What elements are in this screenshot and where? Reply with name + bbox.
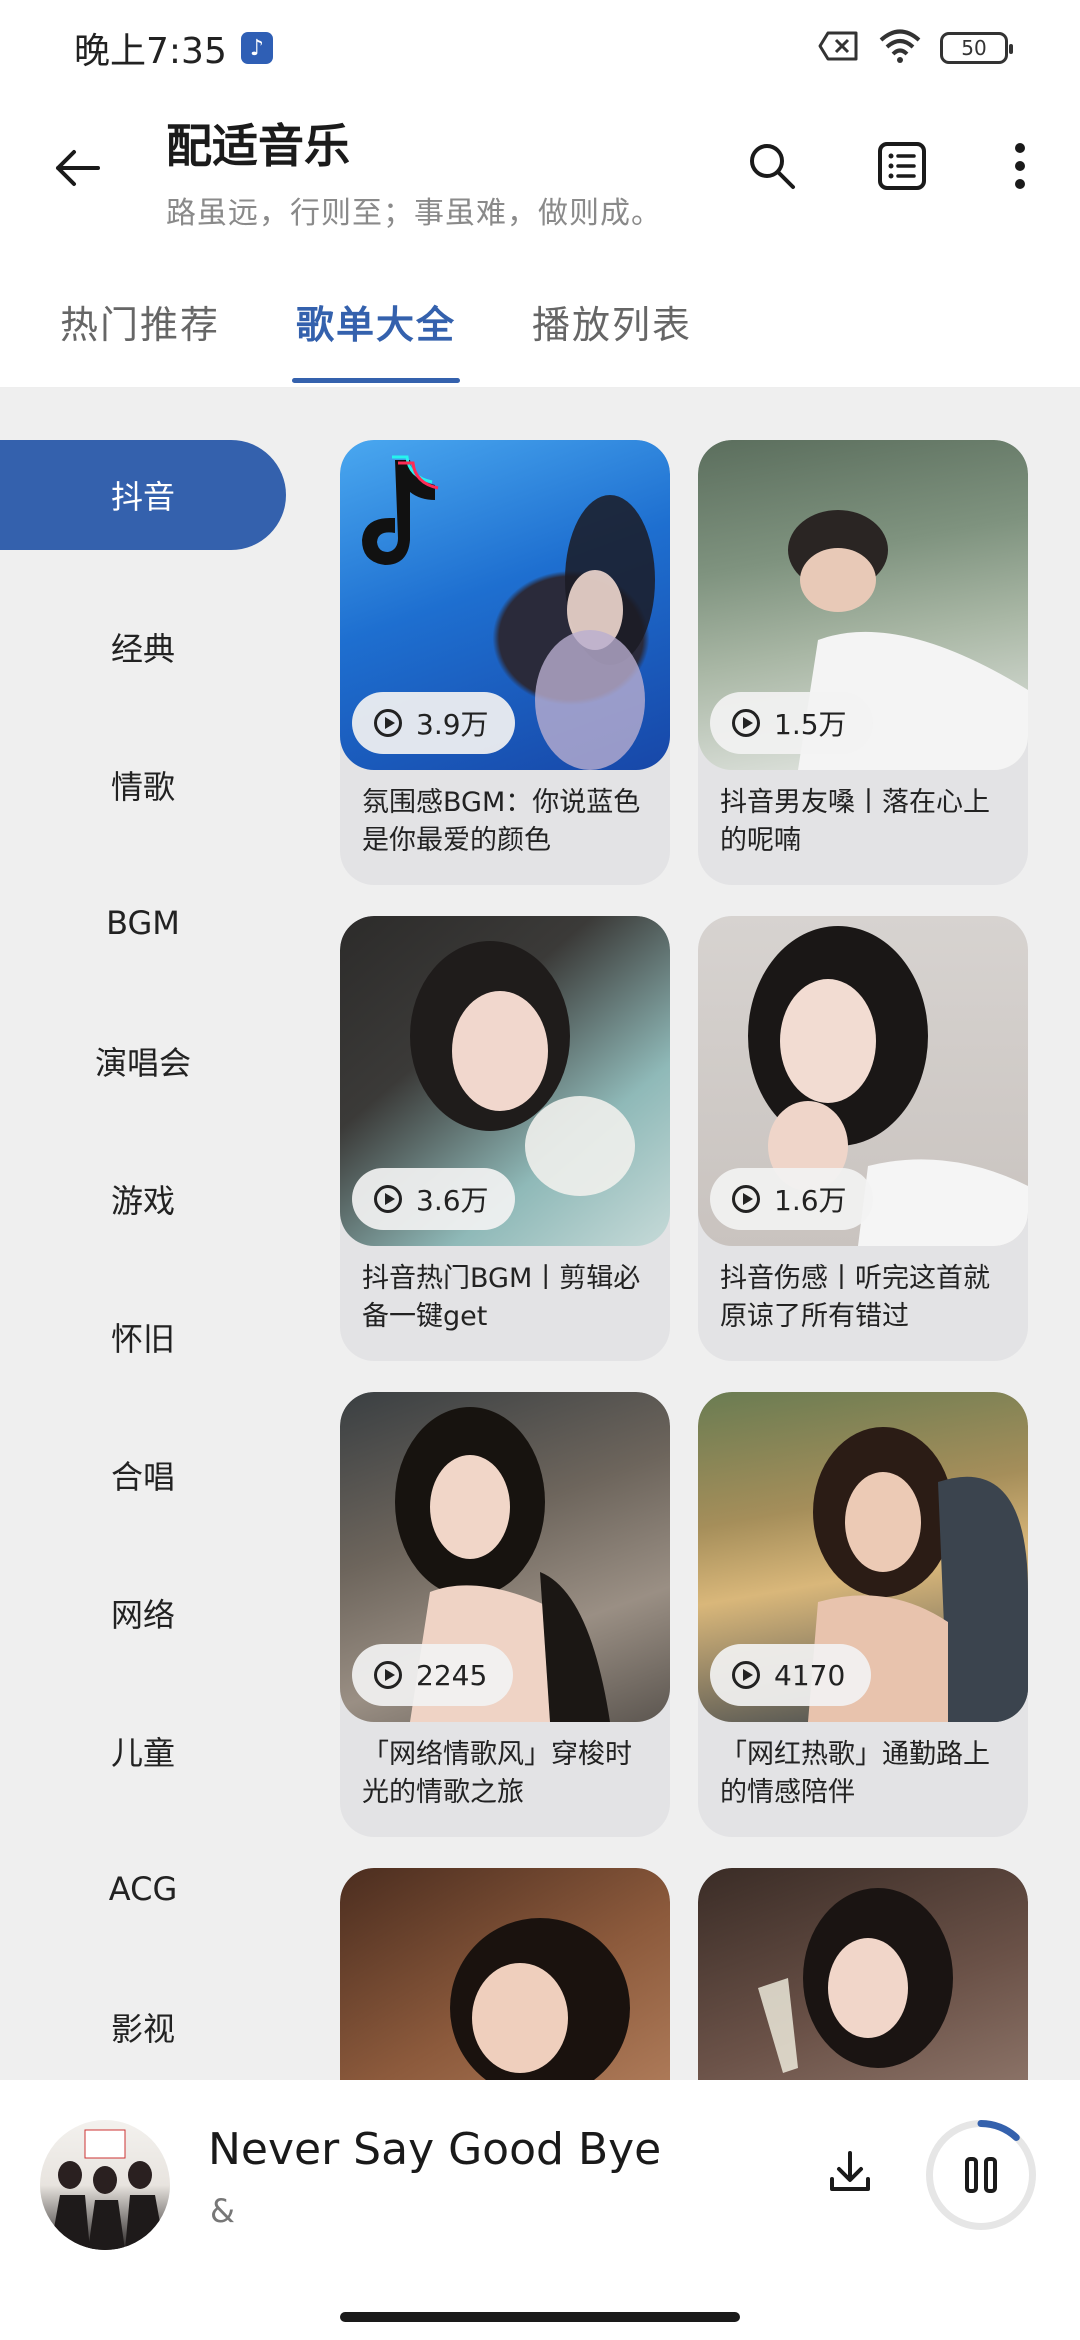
play-icon (374, 709, 402, 737)
playlist-cover (340, 1868, 670, 2080)
arrow-left-icon (56, 150, 100, 186)
wifi-icon (878, 29, 922, 67)
tab-playlists[interactable]: 歌单大全 (296, 294, 456, 349)
category-duet[interactable]: 合唱 (0, 1406, 286, 1544)
home-indicator[interactable] (340, 2312, 740, 2322)
play-count: 3.6万 (416, 1184, 489, 1217)
tab-play-queue[interactable]: 播放列表 (532, 294, 692, 349)
playlist-card[interactable]: 3.9万 氛围感BGM：你说蓝色是你最爱的颜色 (340, 440, 670, 885)
playlist-title: 「网红热歌」通勤路上的情感陪伴 (720, 1739, 990, 1808)
category-classic[interactable]: 经典 (0, 578, 286, 716)
album-art[interactable] (40, 2120, 170, 2250)
main-content: 抖音 经典 情歌 BGM 演唱会 游戏 怀旧 合唱 网络 儿童 ACG 影视 3… (0, 388, 1080, 2080)
playlist-card[interactable]: 1.6万 抖音伤感丨听完这首就原谅了所有错过 (698, 916, 1028, 1361)
playlist-title: 氛围感BGM：你说蓝色是你最爱的颜色 (362, 787, 641, 856)
playlist-card[interactable] (698, 1868, 1028, 2080)
playlist-title: 「网络情歌风」穿梭时光的情歌之旅 (362, 1739, 632, 1808)
no-sim-icon (818, 30, 860, 66)
play-count-badge: 4170 (710, 1644, 872, 1706)
playlist-card[interactable]: 2245 「网络情歌风」穿梭时光的情歌之旅 (340, 1392, 670, 1837)
play-count-badge: 1.6万 (710, 1168, 873, 1230)
playlist-card[interactable] (340, 1868, 670, 2080)
play-count: 1.6万 (774, 1184, 847, 1217)
play-count: 1.5万 (774, 708, 847, 741)
play-count: 2245 (416, 1658, 488, 1692)
more-vertical-icon (1015, 143, 1025, 189)
search-button[interactable] (740, 134, 804, 198)
playlist-title: 抖音热门BGM丨剪辑必备一键get (362, 1263, 641, 1332)
list-view-button[interactable] (870, 134, 934, 198)
playback-progress-ring (926, 2120, 1036, 2230)
download-button[interactable] (820, 2142, 880, 2202)
play-icon (732, 1185, 760, 1213)
song-title: Never Say Good Bye (208, 2124, 662, 2175)
playlist-card[interactable]: 3.6万 抖音热门BGM丨剪辑必备一键get (340, 916, 670, 1361)
playlist-card[interactable]: 4170 「网红热歌」通勤路上的情感陪伴 (698, 1392, 1028, 1837)
category-children[interactable]: 儿童 (0, 1682, 286, 1820)
status-left: 晚上7:35 ♪ (74, 22, 273, 74)
category-internet[interactable]: 网络 (0, 1544, 286, 1682)
play-count-badge: 3.6万 (352, 1168, 515, 1230)
play-count: 4170 (774, 1658, 846, 1692)
list-icon (878, 142, 926, 190)
category-douyin[interactable]: 抖音 (0, 440, 286, 550)
category-concert[interactable]: 演唱会 (0, 992, 286, 1130)
playlist-title: 抖音伤感丨听完这首就原谅了所有错过 (720, 1263, 990, 1332)
category-nostalgic[interactable]: 怀旧 (0, 1268, 286, 1406)
category-sidebar: 抖音 经典 情歌 BGM 演唱会 游戏 怀旧 合唱 网络 儿童 ACG 影视 (0, 440, 290, 2080)
back-button[interactable] (48, 138, 108, 198)
category-love-songs[interactable]: 情歌 (0, 716, 286, 854)
tab-indicator (292, 378, 460, 383)
status-time: 晚上7:35 (74, 31, 227, 72)
play-count: 3.9万 (416, 708, 489, 741)
play-count-badge: 1.5万 (710, 692, 873, 754)
pause-button[interactable] (926, 2120, 1036, 2230)
page-subtitle: 路虽远，行则至；事虽难，做则成。 (166, 196, 662, 231)
play-icon (732, 709, 760, 737)
play-count-badge: 3.9万 (352, 692, 515, 754)
tab-hot-recommend[interactable]: 热门推荐 (60, 294, 220, 349)
status-right: 50 (818, 29, 1013, 67)
play-count-badge: 2245 (352, 1644, 514, 1706)
status-bar: 晚上7:35 ♪ 50 (0, 0, 1080, 96)
now-playing-bar[interactable]: Never Say Good Bye & (0, 2080, 1080, 2340)
category-game[interactable]: 游戏 (0, 1130, 286, 1268)
play-icon (374, 1185, 402, 1213)
app-header: 配适音乐 路虽远，行则至；事虽难，做则成。 (0, 96, 1080, 266)
category-film-tv[interactable]: 影视 (0, 1958, 286, 2080)
song-artist: & (210, 2192, 235, 2230)
category-bgm[interactable]: BGM (0, 854, 286, 992)
play-icon (374, 1661, 402, 1689)
category-acg[interactable]: ACG (0, 1820, 286, 1958)
playlist-card[interactable]: 1.5万 抖音男友嗓丨落在心上的呢喃 (698, 440, 1028, 885)
download-icon (830, 2151, 870, 2191)
battery-icon: 50 (940, 32, 1013, 64)
playlist-title: 抖音男友嗓丨落在心上的呢喃 (720, 787, 990, 856)
playlist-cover (698, 1868, 1028, 2080)
search-icon (750, 144, 795, 189)
music-notification-icon: ♪ (240, 32, 273, 64)
play-icon (732, 1661, 760, 1689)
more-button[interactable] (988, 134, 1052, 198)
tab-bar: 热门推荐 歌单大全 播放列表 (0, 280, 1080, 388)
page-title: 配适音乐 (166, 119, 350, 173)
